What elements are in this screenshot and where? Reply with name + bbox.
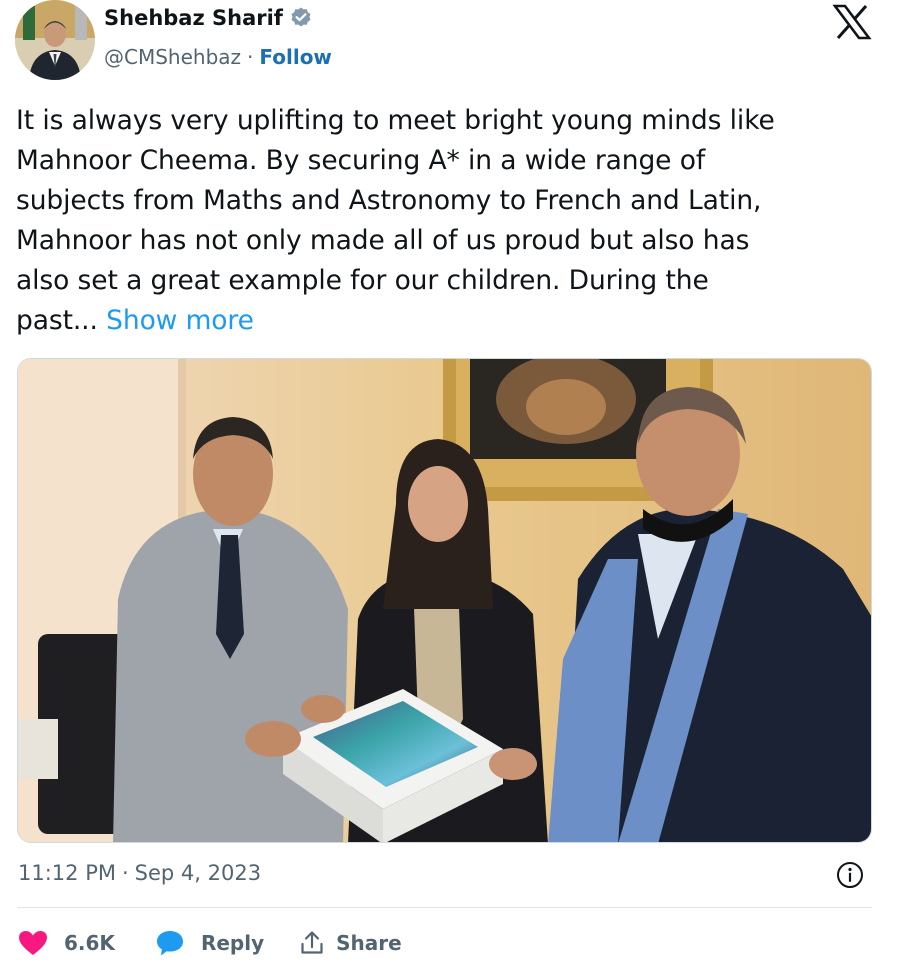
share-arrow-icon xyxy=(301,931,323,954)
tweet-text-line: subjects from Maths and Astronomy to Fre… xyxy=(16,185,762,216)
timestamp-separator: · xyxy=(121,861,129,885)
tweet-time: 11:12 PM xyxy=(18,861,116,885)
action-bar: 6.6K Reply Share xyxy=(18,925,402,961)
author-name[interactable]: Shehbaz Sharif xyxy=(104,6,283,30)
tweet-text-line: past... xyxy=(16,305,98,336)
share-label: Share xyxy=(336,931,402,955)
share-button[interactable]: Share xyxy=(300,930,402,956)
tweet-timestamp[interactable]: 11:12 PM · Sep 4, 2023 xyxy=(18,861,261,885)
x-logo-icon[interactable] xyxy=(832,4,872,40)
tweet-date: Sep 4, 2023 xyxy=(134,861,262,885)
reply-label: Reply xyxy=(200,931,265,955)
tweet-card: Shehbaz Sharif @CMShehbaz · Follow It is… xyxy=(0,0,900,976)
tweet-text-line: Mahnoor Cheema. By securing A* in a wide… xyxy=(16,145,706,176)
tweet-text-line: also set a great example for our childre… xyxy=(16,265,709,296)
reply-button[interactable]: Reply xyxy=(155,929,264,957)
tweet-text-line: It is always very uplifting to meet brig… xyxy=(16,105,775,136)
handle-separator: · xyxy=(247,45,254,69)
follow-button[interactable]: Follow xyxy=(259,45,332,69)
info-icon[interactable] xyxy=(835,860,865,890)
divider xyxy=(17,907,872,908)
author-handle[interactable]: @CMShehbaz xyxy=(104,45,241,69)
like-count: 6.6K xyxy=(64,931,115,955)
speech-bubble-icon xyxy=(156,931,183,956)
verified-badge-icon xyxy=(289,6,313,30)
handle-row: @CMShehbaz · Follow xyxy=(104,45,332,69)
author-name-row[interactable]: Shehbaz Sharif xyxy=(104,6,313,30)
show-more-link[interactable]: Show more xyxy=(106,305,254,336)
heart-icon xyxy=(19,931,47,955)
tweet-text-last-line: past... Show more xyxy=(16,301,876,341)
like-button[interactable]: 6.6K xyxy=(18,930,115,956)
tweet-text: It is always very uplifting to meet brig… xyxy=(16,101,876,341)
tweet-photo[interactable] xyxy=(17,358,872,843)
tweet-text-line: Mahnoor has not only made all of us prou… xyxy=(16,225,750,256)
author-avatar[interactable] xyxy=(15,0,95,80)
